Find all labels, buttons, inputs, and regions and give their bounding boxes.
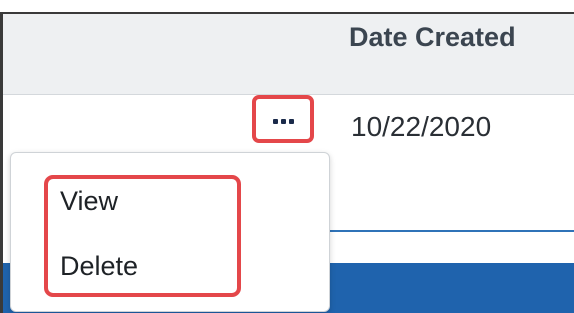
ellipsis-dot xyxy=(272,118,278,124)
date-created-cell: 10/22/2020 xyxy=(351,111,492,142)
menu-item-view[interactable]: View xyxy=(60,186,118,217)
menu-item-delete[interactable]: Delete xyxy=(60,251,138,282)
ellipsis-dot xyxy=(288,118,294,124)
cut-off-caption xyxy=(0,0,574,12)
screenshot-frame: Date Created 10/22/2020 View Delete xyxy=(0,0,574,313)
ellipsis-dot xyxy=(280,118,286,124)
row-divider xyxy=(330,230,574,232)
column-header-date-created[interactable]: Date Created xyxy=(349,22,516,53)
ellipsis-icon xyxy=(272,118,294,124)
row-actions-button[interactable] xyxy=(252,95,314,143)
